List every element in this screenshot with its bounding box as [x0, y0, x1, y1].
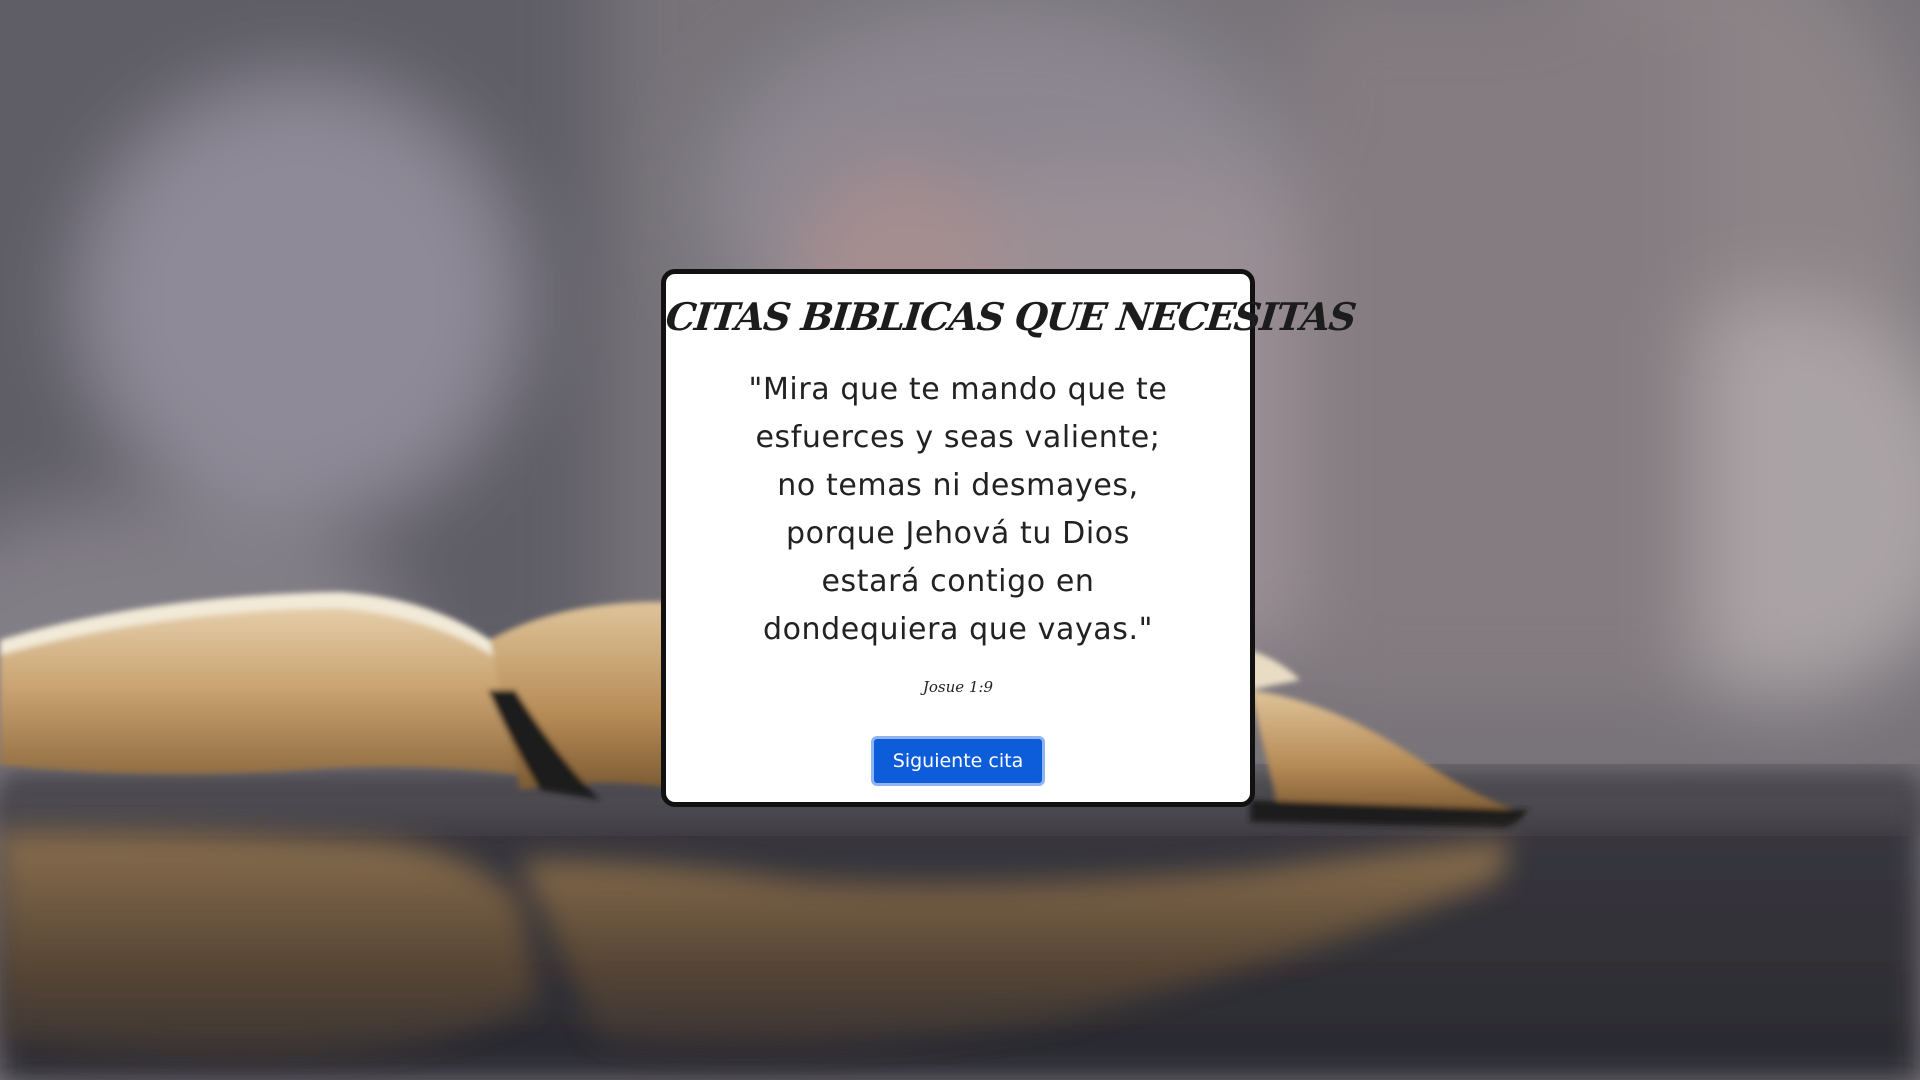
quote-reference: Josue 1:9: [922, 678, 994, 696]
page-title: CITAS BIBLICAS QUE NECESITAS: [663, 294, 1358, 339]
quote-line: no temas ni desmayes,: [777, 468, 1139, 503]
quote-line: dondequiera que vayas.": [762, 612, 1154, 647]
quote-line: estará contigo en: [821, 564, 1095, 599]
quote-text: "Mira que te mando que te esfuerces y se…: [743, 366, 1173, 654]
next-quote-button[interactable]: Siguiente cita: [871, 736, 1045, 786]
quote-line: "Mira que te mando que te: [748, 372, 1168, 407]
quote-line: esfuerces y seas valiente;: [755, 420, 1161, 455]
quote-line: porque Jehová tu Dios: [786, 516, 1130, 551]
quote-card: CITAS BIBLICAS QUE NECESITAS "Mira que t…: [661, 269, 1358, 807]
